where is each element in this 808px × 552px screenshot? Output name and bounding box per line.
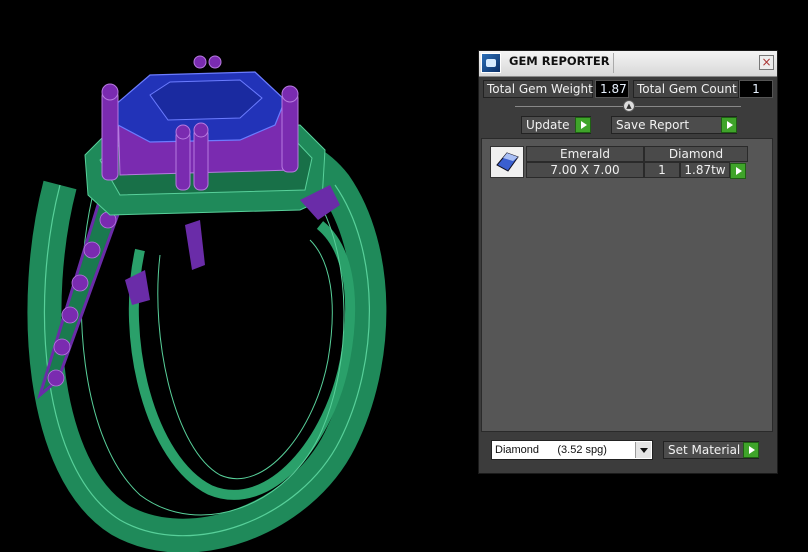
gem-list: Emerald 7.00 X 7.00 Diamond 1 1.87tw <box>481 138 773 432</box>
play-arrow-icon <box>721 117 737 133</box>
panel-titlebar[interactable]: GEM REPORTER × <box>479 51 777 77</box>
total-gem-weight-value: 1.87 <box>595 80 629 98</box>
collapse-toggle-icon[interactable]: ▲ <box>623 100 635 112</box>
update-button[interactable]: Update <box>521 116 591 134</box>
material-dropdown-value: Diamond (3.52 spg) <box>495 444 607 456</box>
total-gem-weight-label: Total Gem Weight <box>483 80 593 98</box>
save-report-button[interactable]: Save Report <box>611 116 737 134</box>
update-button-label: Update <box>526 118 570 132</box>
row-expand-arrow-icon[interactable] <box>730 163 746 179</box>
set-material-button-label: Set Material <box>668 443 741 457</box>
panel-title: GEM REPORTER <box>509 54 610 68</box>
close-button[interactable]: × <box>759 55 774 70</box>
total-gem-count-value: 1 <box>739 80 773 98</box>
gem-material: Diamond <box>644 146 748 162</box>
ring-model <box>27 55 387 552</box>
play-arrow-icon <box>743 442 759 458</box>
set-material-button[interactable]: Set Material <box>663 441 759 459</box>
chevron-down-icon[interactable] <box>635 442 651 458</box>
play-arrow-icon <box>575 117 591 133</box>
total-gem-count-label: Total Gem Count <box>633 80 739 98</box>
gem-reporter-icon <box>481 53 501 73</box>
gem-size: 7.00 X 7.00 <box>526 162 644 178</box>
title-divider <box>613 53 614 73</box>
gem-thumbnail-icon <box>490 146 524 178</box>
material-dropdown[interactable]: Diamond (3.52 spg) <box>491 440 653 460</box>
gem-reporter-panel: GEM REPORTER × Total Gem Weight 1.87 Tot… <box>478 50 778 474</box>
gem-count: 1 <box>644 162 680 178</box>
gem-shape: Emerald <box>526 146 644 162</box>
save-report-button-label: Save Report <box>616 118 690 132</box>
gem-weight: 1.87tw <box>680 162 730 178</box>
